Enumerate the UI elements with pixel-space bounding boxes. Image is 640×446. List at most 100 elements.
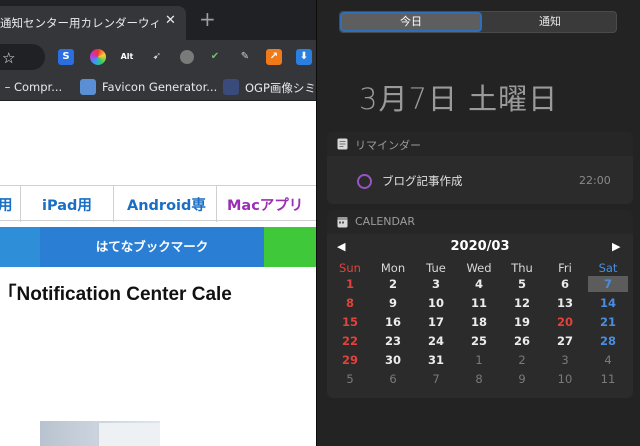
next-month-icon[interactable]: ▶ [612, 240, 620, 253]
calendar-widget: CALENDAR ◀ 2020/03 ▶ Sun Mon Tue Wed Thu Fri S… [327, 210, 633, 398]
calendar-day[interactable]: 11 [588, 371, 628, 387]
category-link-mac[interactable]: Macアプリ [227, 194, 303, 215]
calendar-day[interactable]: 5 [330, 371, 370, 387]
widget-header: リマインダー [327, 132, 633, 156]
calendar-day[interactable]: 6 [545, 276, 585, 292]
weekday-label: Thu [511, 261, 533, 275]
line-share-button[interactable] [264, 227, 316, 267]
reminder-title[interactable]: ブログ記事作成 [382, 173, 463, 189]
weekday-label: Fri [558, 261, 572, 275]
extension-download-icon[interactable]: ⬇ [296, 49, 312, 65]
bookmark-item[interactable]: G – Compr... [0, 80, 62, 94]
calendar-day[interactable]: 8 [459, 371, 499, 387]
tab-today[interactable]: 今日 [340, 12, 482, 32]
calendar-day[interactable]: 12 [502, 295, 542, 311]
calendar-day[interactable]: 29 [330, 352, 370, 368]
article-heading: ・「Notification Center Cale [0, 284, 232, 305]
extension-check-icon[interactable]: ✔ [207, 49, 223, 65]
calendar-day[interactable]: 16 [373, 314, 413, 330]
calendar-day[interactable]: 2 [373, 276, 413, 292]
calendar-day[interactable]: 18 [459, 314, 499, 330]
calendar-day[interactable]: 30 [373, 352, 413, 368]
calendar-day[interactable]: 25 [459, 333, 499, 349]
calendar-day[interactable]: 10 [545, 371, 585, 387]
calendar-day[interactable]: 23 [373, 333, 413, 349]
extension-chart-icon[interactable]: ↗ [266, 49, 282, 65]
segmented-control: 今日 通知 [339, 11, 617, 33]
weekday-label: Sat [598, 261, 618, 275]
weekday-label: Wed [466, 261, 492, 275]
divider [216, 186, 217, 222]
calendar-day[interactable]: 1 [459, 352, 499, 368]
calendar-day[interactable]: 7 [416, 371, 456, 387]
new-tab-icon[interactable]: + [199, 9, 216, 29]
close-tab-icon[interactable]: ✕ [165, 13, 176, 28]
calendar-day[interactable]: 2 [502, 352, 542, 368]
calendar-day[interactable]: 8 [330, 295, 370, 311]
calendar-day[interactable]: 3 [416, 276, 456, 292]
tab-title: 通知センター用カレンダーウィジェ [0, 16, 160, 30]
reminder-time: 22:00 [579, 174, 611, 187]
browser-toolbar: ☆ S Alt ➹ ✔ ✎ ↗ ⬇ [0, 40, 316, 73]
calendar-day[interactable]: 9 [502, 371, 542, 387]
calendar-day[interactable]: 26 [502, 333, 542, 349]
calendar-day[interactable]: 15 [330, 314, 370, 330]
category-link-android[interactable]: Android専 [127, 194, 206, 215]
notification-center: 今日 通知 3月7日 土曜日 リマインダー ブログ記事作成 22:00 CALE… [317, 0, 640, 446]
favicon-icon [80, 79, 96, 95]
category-nav: 用 iPad用 Android専 Macアプリ [0, 185, 316, 222]
calendar-day[interactable]: 22 [330, 333, 370, 349]
ogp-icon [223, 79, 239, 95]
divider [20, 186, 21, 222]
category-link-ipad[interactable]: iPad用 [42, 194, 92, 215]
calendar-day[interactable]: 24 [416, 333, 456, 349]
calendar-day[interactable]: 20 [545, 314, 585, 330]
calendar-day[interactable]: 21 [588, 314, 628, 330]
thumbnail-panel [98, 423, 160, 446]
tab-notifications[interactable]: 通知 [482, 12, 618, 32]
extension-alt-icon[interactable]: Alt [119, 49, 135, 65]
hatena-bookmark-button[interactable]: はてなブックマーク [40, 227, 264, 267]
calendar-day[interactable]: 27 [545, 333, 585, 349]
calendar-day[interactable]: 17 [416, 314, 456, 330]
calendar-day[interactable]: 10 [416, 295, 456, 311]
address-bar[interactable]: ☆ [0, 44, 45, 70]
extension-pen-icon[interactable]: ✎ [237, 49, 253, 65]
calendar-day[interactable]: 11 [459, 295, 499, 311]
calendar-day[interactable]: 9 [373, 295, 413, 311]
calendar-day[interactable]: 7 [588, 276, 628, 292]
reminder-checkbox[interactable] [357, 174, 372, 189]
weekday-label: Sun [339, 261, 361, 275]
bookmark-star-icon[interactable]: ☆ [2, 49, 15, 67]
calendar-day[interactable]: 19 [502, 314, 542, 330]
calendar-day[interactable]: 31 [416, 352, 456, 368]
page-content: 用 iPad用 Android専 Macアプリ はてなブックマーク ・「Noti… [0, 101, 316, 446]
widget-title: リマインダー [355, 139, 421, 152]
tab-bar: 通知センター用カレンダーウィジェ ✕ + [0, 0, 316, 40]
calendar-day[interactable]: 13 [545, 295, 585, 311]
calendar-day[interactable]: 6 [373, 371, 413, 387]
bookmark-item[interactable]: OGP画像シミ [245, 80, 316, 96]
reminders-icon [337, 138, 348, 150]
weekday-label: Mon [380, 261, 406, 275]
widget-header: CALENDAR [327, 210, 633, 234]
extension-color-icon[interactable] [90, 49, 106, 65]
bookmark-item[interactable]: Favicon Generator... [102, 80, 217, 94]
extension-s-icon[interactable]: S [58, 49, 74, 65]
calendar-day[interactable]: 14 [588, 295, 628, 311]
browser-tab[interactable]: 通知センター用カレンダーウィジェ ✕ [0, 6, 186, 40]
calendar-day[interactable]: 3 [545, 352, 585, 368]
category-link[interactable]: 用 [0, 194, 13, 215]
calendar-day[interactable]: 4 [459, 276, 499, 292]
screenshot-thumbnail [40, 421, 160, 446]
extension-arrow-icon[interactable]: ➹ [149, 49, 165, 65]
calendar-day[interactable]: 1 [330, 276, 370, 292]
calendar-month: 2020/03 [450, 239, 510, 254]
calendar-day[interactable]: 5 [502, 276, 542, 292]
calendar-day[interactable]: 4 [588, 352, 628, 368]
extension-info-icon[interactable] [180, 50, 194, 64]
date-heading: 3月7日 土曜日 [359, 82, 559, 116]
calendar-day[interactable]: 28 [588, 333, 628, 349]
weekday-label: Tue [426, 261, 446, 275]
calendar-icon [337, 217, 348, 228]
